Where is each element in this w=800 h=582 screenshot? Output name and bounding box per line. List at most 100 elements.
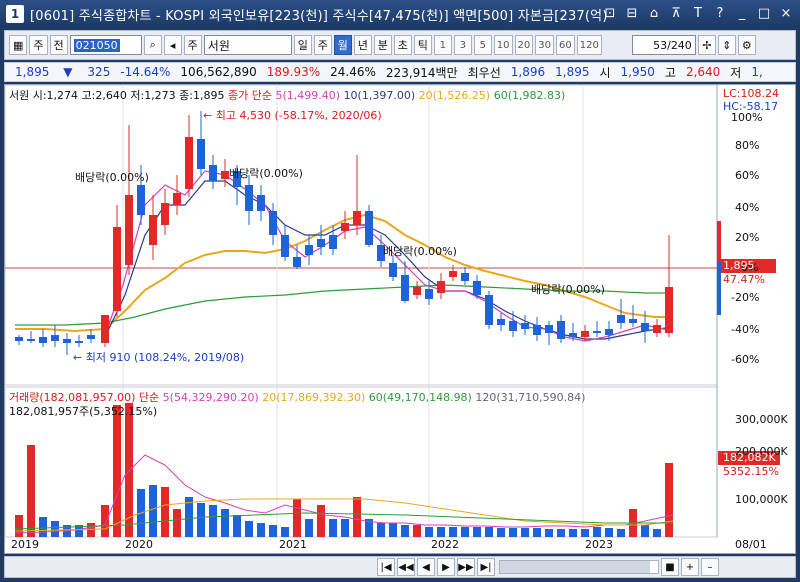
minimize-button[interactable]: _ [734,4,750,22]
period-week[interactable]: 주 [313,35,332,55]
best-quote-label: 최우선 [467,65,501,80]
volume-bar [473,527,481,537]
interval-1[interactable]: 1 [433,35,452,55]
chart-toolbar: ▦ 주 전 021050 ⌕ ◂ 주 서원 일 주 월 년 분 초 틱 1 3 … [4,30,796,60]
speaker-icon[interactable]: ◂ [163,35,182,55]
axis-label-60: 60% [735,169,760,182]
candle [269,211,277,235]
candle [641,323,649,331]
candle [329,235,337,249]
volume-bar [509,528,517,537]
crosshair-icon[interactable]: ✢ [697,35,716,55]
volume-bar [641,525,649,537]
scroll-thumb[interactable] [500,561,650,573]
font-icon[interactable]: T [690,4,706,22]
help-icon[interactable]: ? [712,4,728,22]
volume-bar [461,527,469,537]
scroll-stop-button[interactable]: ■ [661,558,679,576]
period-day[interactable]: 일 [293,35,312,55]
candle [401,275,409,301]
volume-bar [197,503,205,537]
scroll-track[interactable] [499,560,659,574]
interval-60[interactable]: 60 [555,35,575,55]
maximize-button[interactable]: □ [756,4,772,22]
candle [365,211,373,245]
interval-30[interactable]: 30 [535,35,554,55]
bar-count-field[interactable]: 53/240 [631,35,696,55]
home-icon[interactable]: ⌂ [646,4,662,22]
zoom-out-button[interactable]: – [701,558,719,576]
search-icon[interactable]: ⌕ [143,35,162,55]
lc-label: LC:108.24 [723,87,780,100]
time-label-2021: 2021 [279,538,307,551]
stock-info-label: 서원 시:1,274 고:2,640 저:1,273 종:1,895 [9,89,225,102]
volume-bar [233,515,241,537]
axis-label-20: 20% [735,231,760,244]
volume-bar [485,527,493,537]
volume-bar [317,505,325,537]
period-tick[interactable]: 틱 [413,35,432,55]
period-second[interactable]: 초 [393,35,412,55]
volume-bar [353,497,361,537]
volume-bar [557,529,565,537]
dividend-annotation-4: 배당락(0.00%) [531,283,605,296]
volume-bar [161,487,169,537]
volume-ratio: 189.93% [266,65,321,79]
zoom-in-button[interactable]: + [681,558,699,576]
turnover-rate: 24.46% [330,65,376,79]
scale-icon[interactable]: ⇕ [717,35,736,55]
candle [317,239,325,247]
stock-name-field[interactable]: 서원 [203,35,292,55]
candle [51,335,59,341]
interval-20[interactable]: 20 [514,35,534,55]
interval-3[interactable]: 3 [453,35,472,55]
prev-button[interactable]: 전 [49,35,68,55]
scroll-last-button[interactable]: ▶| [477,558,495,576]
vol-axis-300k: 300,000K [735,413,788,426]
scroll-fast-forward-button[interactable]: ▶▶ [457,558,475,576]
volume-bar [437,527,445,537]
candle [593,331,601,333]
close-button[interactable]: × [778,4,794,22]
price-change-pct: -14.64% [120,65,171,79]
interval-5[interactable]: 5 [473,35,492,55]
time-label-2023: 2023 [585,538,613,551]
period-minute[interactable]: 분 [373,35,392,55]
period-year[interactable]: 년 [353,35,372,55]
candle [173,193,181,205]
volume-bar [533,528,541,537]
candle [39,337,47,343]
volume-bar [221,509,229,537]
scroll-first-button[interactable]: |◀ [377,558,395,576]
interval-10[interactable]: 10 [493,35,513,55]
stock-code-input[interactable]: 021050 [69,35,142,55]
volume-bar [173,509,181,537]
candle [257,195,265,211]
candle [485,295,493,325]
scroll-fast-back-button[interactable]: ◀◀ [397,558,415,576]
volume-bar [305,519,313,537]
chart-canvas[interactable] [5,85,795,553]
vol-ma20-label: 20(17,869,392.30) [262,391,366,404]
candle [221,171,229,179]
volume-bar [113,405,121,537]
candle [27,339,35,341]
interval-120[interactable]: 120 [576,35,602,55]
layout-icon[interactable]: ⊟ [624,4,640,22]
market-select[interactable]: 주 [29,35,48,55]
candle [581,331,589,337]
volume-bar [101,505,109,537]
period-month[interactable]: 월 [333,35,352,55]
volume-bar [389,523,397,537]
volume-bar [149,485,157,537]
chart-panel[interactable]: 서원 시:1,274 고:2,640 저:1,273 종:1,895 종가 단순… [4,84,796,554]
settings-icon[interactable]: ⚙ [737,35,756,55]
scroll-forward-button[interactable]: ▶ [437,558,455,576]
candle [605,329,613,335]
volume-bar [569,529,577,537]
quote-bar: 1,895 ▼ 325 -14.64% 106,562,890 189.93% … [4,62,796,82]
link-icon[interactable]: ⊡ [602,4,618,22]
scroll-back-button[interactable]: ◀ [417,558,435,576]
pin-icon[interactable]: ⊼ [668,4,684,22]
grid-icon[interactable]: ▦ [9,35,28,55]
